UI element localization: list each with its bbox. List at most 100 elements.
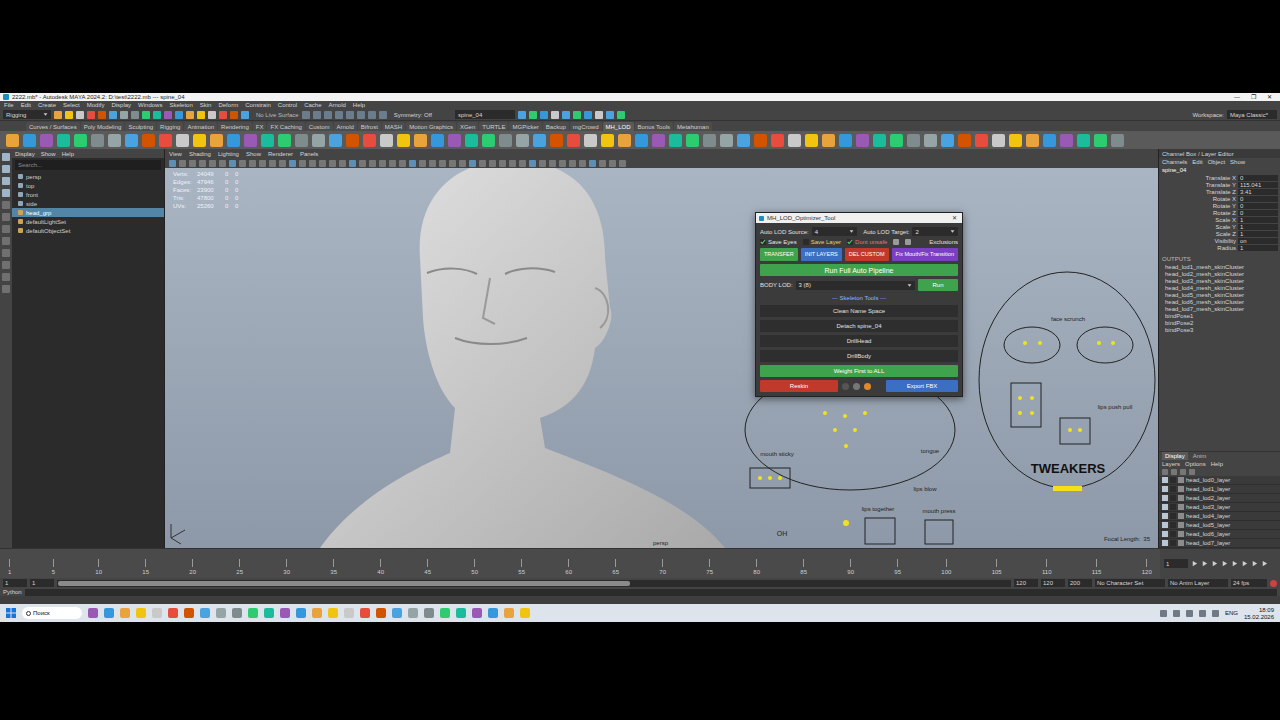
checkbox-box[interactable] [803,239,809,245]
option-checkbox[interactable]: Save Layer [803,239,841,245]
status-tool-icon[interactable] [584,111,592,119]
shelf-tab[interactable]: XGen [457,122,478,131]
layer-tool-icon[interactable] [1162,469,1168,475]
status-tool-icon[interactable] [76,111,84,119]
panel-tool-icon[interactable] [609,160,616,167]
playback-toggle[interactable] [1170,540,1176,546]
panel-tool-icon[interactable] [389,160,396,167]
panel-tool-icon[interactable] [569,160,576,167]
panel-tool-icon[interactable] [529,160,536,167]
checkbox-box[interactable] [760,239,766,245]
status-tool-icon[interactable] [346,111,354,119]
shelf-tool-icon[interactable] [1043,134,1056,147]
status-tool-icon[interactable] [540,111,548,119]
tray-icon[interactable] [1212,610,1219,617]
channel-menu-item[interactable]: Edit [1192,159,1202,165]
visibility-toggle[interactable] [1162,486,1168,492]
output-node[interactable]: head_lod2_mesh_skinCluster [1159,270,1280,277]
shelf-tool-icon[interactable] [1009,134,1022,147]
taskbar-app-icon[interactable] [360,608,370,618]
panel-tool-icon[interactable] [369,160,376,167]
skeleton-tool-button[interactable]: Clean Name Space [760,305,958,317]
outliner-item[interactable]: front [12,190,164,199]
taskbar-app-icon[interactable] [328,608,338,618]
outliner-item[interactable]: top [12,181,164,190]
attribute-row[interactable]: Scale Z1 [1159,230,1280,237]
shelf-tool-icon[interactable] [1094,134,1107,147]
menu-item[interactable]: Cache [304,102,321,108]
menu-item[interactable]: Control [278,102,297,108]
visibility-toggle[interactable] [1162,477,1168,483]
shelf-tool-icon[interactable] [703,134,716,147]
attribute-row[interactable]: Translate Y115.041 [1159,181,1280,188]
shelf-tab[interactable]: Custom [306,122,333,131]
shelf-tab[interactable]: Metahuman [674,122,712,131]
attribute-value[interactable]: 1 [1238,245,1278,251]
attribute-value[interactable]: 3.41 [1238,189,1278,195]
shelf-tool-icon[interactable] [958,134,971,147]
status-tool-icon[interactable] [208,111,216,119]
tray-icon[interactable] [1199,610,1206,617]
panel-tool-icon[interactable] [259,160,266,167]
shelf-tool-icon[interactable] [1060,134,1073,147]
channel-menu-item[interactable]: Object [1208,159,1225,165]
attribute-row[interactable]: Visibilityon [1159,237,1280,244]
shelf-tab[interactable]: Rendering [218,122,252,131]
tool-icon[interactable] [2,201,10,209]
layer-row[interactable]: head_lod0_layer [1159,476,1280,485]
shelf-tool-icon[interactable] [193,134,206,147]
panel-menu-item[interactable]: View [169,151,182,157]
status-tool-icon[interactable] [175,111,183,119]
status-tool-icon[interactable] [368,111,376,119]
shelf-tool-icon[interactable] [125,134,138,147]
panel-tool-icon[interactable] [169,160,176,167]
output-node[interactable]: head_lod7_mesh_skinCluster [1159,305,1280,312]
target-dropdown[interactable]: 2 [912,227,958,236]
panel-tool-icon[interactable] [399,160,406,167]
shelf-tool-icon[interactable] [159,134,172,147]
status-tool-icon[interactable] [379,111,387,119]
shelf-tool-icon[interactable] [567,134,580,147]
layer-row[interactable]: head_lod3_layer [1159,503,1280,512]
panel-tool-icon[interactable] [579,160,586,167]
character-set-field[interactable]: No Character Set [1095,579,1165,587]
shelf-tool-icon[interactable] [975,134,988,147]
shelf-tab[interactable]: Backup [543,122,569,131]
panel-tool-icon[interactable] [269,160,276,167]
attribute-row[interactable]: Scale X1 [1159,216,1280,223]
layer-row[interactable]: head_lod2_layer [1159,494,1280,503]
output-node[interactable]: head_lod5_mesh_skinCluster [1159,291,1280,298]
picker-label[interactable]: mouth sticky [760,451,793,457]
skeleton-tool-button[interactable]: DrillBody [760,350,958,362]
shelf-tool-icon[interactable] [890,134,903,147]
panel-tool-icon[interactable] [179,160,186,167]
taskbar-app-icon[interactable] [488,608,498,618]
panel-tool-icon[interactable] [189,160,196,167]
tray-icon[interactable] [1160,610,1167,617]
range-bar[interactable] [57,580,1011,587]
panel-tool-icon[interactable] [289,160,296,167]
shelf-tool-icon[interactable] [856,134,869,147]
playback-toggle[interactable] [1170,477,1176,483]
status-tool-icon[interactable] [573,111,581,119]
taskbar-app-icon[interactable] [88,608,98,618]
output-node[interactable]: head_lod4_mesh_skinCluster [1159,284,1280,291]
shelf-tab[interactable]: TURTLE [479,122,508,131]
visibility-toggle[interactable] [1162,540,1168,546]
shelf-tool-icon[interactable] [652,134,665,147]
status-tool-icon[interactable] [302,111,310,119]
status-tool-icon[interactable] [98,111,106,119]
tool-icon[interactable] [2,153,10,161]
sphere-icon[interactable] [842,383,849,390]
taskbar-app-icon[interactable] [200,608,210,618]
taskbar-app-icon[interactable] [184,608,194,618]
outliner-item[interactable]: defaultLightSet [12,217,164,226]
panel-tool-icon[interactable] [479,160,486,167]
shelf-tool-icon[interactable] [227,134,240,147]
panel-tool-icon[interactable] [279,160,286,167]
picker-label[interactable]: lips push pull [1098,404,1133,410]
shelf-tab[interactable]: Animation [184,122,217,131]
taskbar-app-icon[interactable] [408,608,418,618]
shelf-tool-icon[interactable] [312,134,325,147]
color-swatch[interactable] [1178,486,1184,492]
